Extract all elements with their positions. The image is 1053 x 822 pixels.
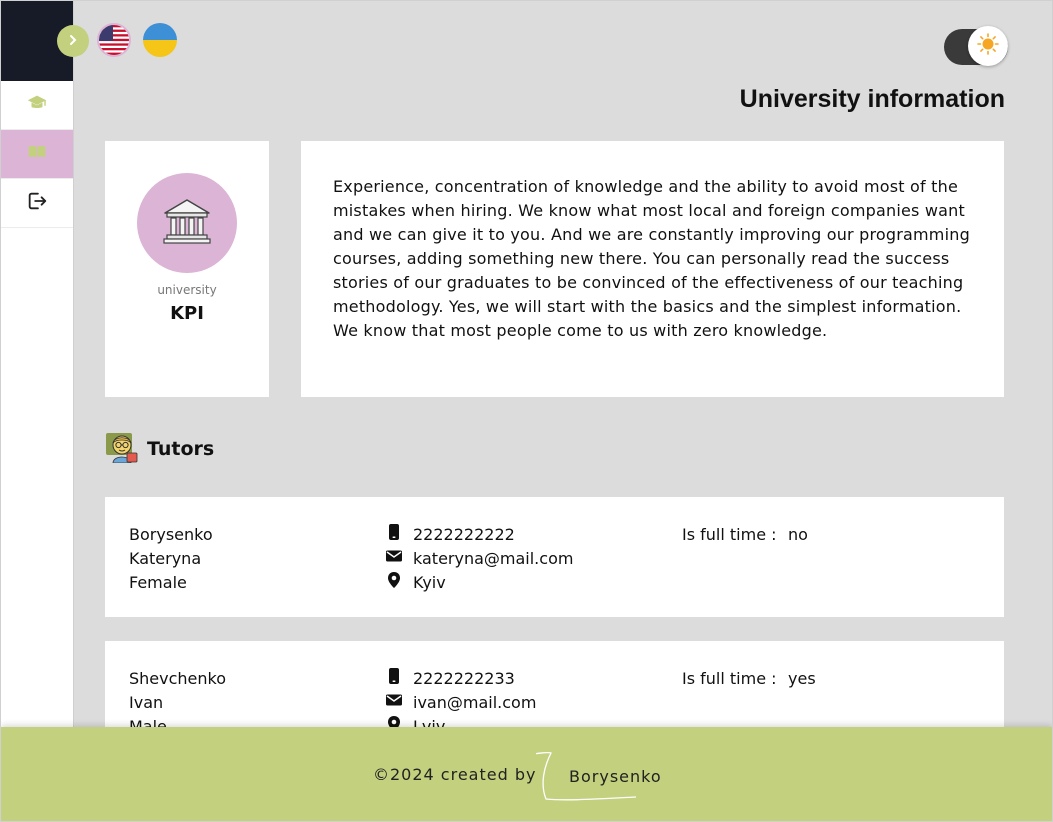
tutors-title: Tutors — [147, 438, 215, 460]
tutor-contact-block: 2222222222 kateryna@mail.com Kyiv — [385, 523, 573, 595]
ukraine-flag-icon — [143, 23, 177, 57]
tutor-phone: 2222222222 — [413, 525, 515, 544]
tutor-last-name: Borysenko — [129, 525, 213, 544]
graduation-cap-icon — [26, 92, 48, 118]
phone-icon — [385, 523, 403, 548]
university-name: KPI — [170, 303, 204, 324]
theme-toggle[interactable] — [944, 26, 1008, 66]
tutor-first-name: Ivan — [129, 693, 164, 712]
tutor-email: kateryna@mail.com — [413, 549, 574, 568]
full-time-label: Is full time : — [682, 525, 777, 544]
university-description: Experience, concentration of knowledge a… — [333, 177, 970, 340]
tutor-first-name: Kateryna — [129, 549, 202, 568]
tutor-email: ivan@mail.com — [413, 693, 537, 712]
university-card: university KPI — [105, 141, 269, 397]
footer-author: Borysenko — [569, 767, 662, 786]
sidebar-item-logout[interactable] — [1, 179, 73, 228]
email-icon — [385, 691, 403, 716]
location-icon — [385, 571, 403, 596]
university-building-icon — [159, 193, 215, 253]
tutor-phone: 2222222233 — [413, 669, 515, 688]
app-window: University information university KPI Ex… — [0, 0, 1053, 822]
sidebar-item-universities[interactable] — [1, 81, 73, 130]
tutor-city: Kyiv — [413, 573, 446, 592]
page-title: University information — [739, 85, 1005, 113]
theme-toggle-knob — [968, 26, 1008, 66]
university-subtitle: university — [157, 283, 217, 297]
tutor-name-block: Borysenko Kateryna Female — [129, 523, 213, 595]
full-time-value: yes — [788, 669, 816, 688]
open-book-icon — [26, 141, 48, 167]
university-description-card: Experience, concentration of knowledge a… — [301, 141, 1004, 397]
tutor-avatar-icon — [105, 431, 139, 467]
language-english-button[interactable] — [97, 23, 131, 57]
logout-icon — [26, 190, 48, 216]
us-flag-icon — [99, 25, 129, 55]
language-ukrainian-button[interactable] — [143, 23, 177, 57]
tutor-gender: Female — [129, 573, 187, 592]
sidebar — [1, 1, 74, 821]
full-time-value: no — [788, 525, 808, 544]
footer: ©2024 created by Borysenko — [1, 727, 1052, 821]
sidebar-item-courses[interactable] — [1, 130, 73, 179]
university-avatar — [137, 173, 237, 273]
tutors-header: Tutors — [105, 431, 214, 467]
tutor-last-name: Shevchenko — [129, 669, 227, 688]
sun-icon — [976, 32, 1000, 60]
sidebar-expand-button[interactable] — [57, 25, 89, 57]
footer-copyright: ©2024 created by — [373, 765, 537, 784]
full-time-label: Is full time : — [682, 669, 777, 688]
tutor-card: Borysenko Kateryna Female 2222222222 kat… — [105, 497, 1004, 617]
main-content: University information university KPI Ex… — [57, 1, 1052, 821]
email-icon — [385, 547, 403, 572]
chevron-right-icon — [67, 34, 79, 49]
phone-icon — [385, 667, 403, 692]
